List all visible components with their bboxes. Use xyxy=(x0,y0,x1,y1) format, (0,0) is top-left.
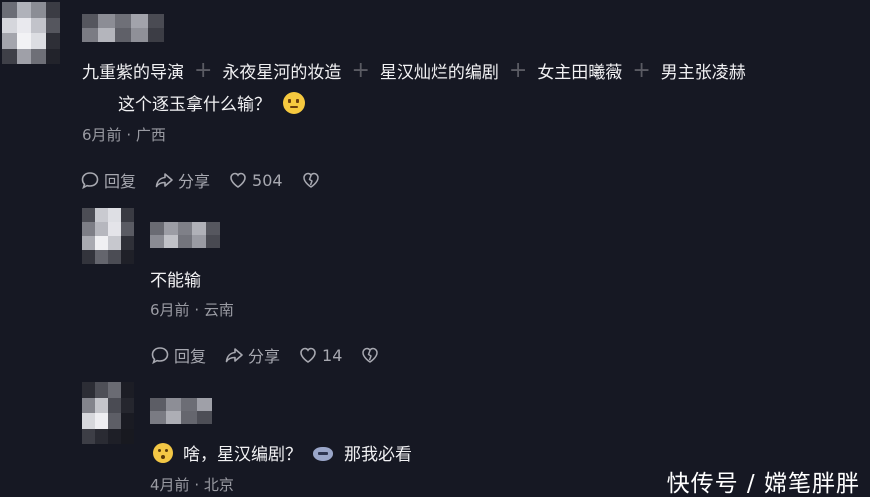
meta-separator: · xyxy=(194,301,200,319)
plus-separator-icon: + xyxy=(508,57,528,83)
share-button[interactable]: 分享 xyxy=(154,168,210,192)
meta-separator: · xyxy=(126,126,132,144)
surprised-face-icon xyxy=(153,442,173,463)
reply-meta: 6月前 · 云南 xyxy=(150,299,234,320)
reply-text-part1: 啥，星汉编剧？ xyxy=(183,445,302,465)
reply-time: 6月前 xyxy=(150,301,190,319)
reply-button[interactable]: 回复 xyxy=(80,168,136,192)
like-button[interactable]: 14 xyxy=(298,345,342,365)
comment-time: 6月前 xyxy=(82,126,122,144)
comment-text-line2: 这个逐玉拿什么输？ xyxy=(118,90,305,115)
plus-separator-icon: + xyxy=(351,57,370,83)
share-label: 分享 xyxy=(178,172,211,191)
comment-segment: 星汉灿烂的编剧 xyxy=(379,63,499,83)
broken-heart-icon xyxy=(302,172,319,188)
reply-actions: 回复 分享 14 xyxy=(150,343,398,367)
comment-text-line1: 九重紫的导演 + 永夜星河的妆造 + 星汉灿烂的编剧 + 女主田曦薇 + 男主张… xyxy=(82,58,746,83)
dislike-button[interactable] xyxy=(301,170,321,190)
watermark: 快传号 / 嫦笔胖胖 xyxy=(666,471,860,497)
dislike-button[interactable] xyxy=(360,345,380,365)
reply-label: 回复 xyxy=(104,172,137,191)
reply-icon xyxy=(81,172,99,190)
comment-actions: 回复 分享 504 xyxy=(80,168,339,192)
avatar[interactable] xyxy=(2,2,60,64)
comment-segment: 男主张凌赫 xyxy=(660,63,746,83)
comment-segment: 女主田曦薇 xyxy=(537,63,623,83)
comment-location: 广西 xyxy=(135,126,166,144)
reply-button[interactable]: 回复 xyxy=(150,343,206,367)
plus-separator-icon: + xyxy=(632,57,651,83)
comment-segment: 九重紫的导演 xyxy=(82,63,184,83)
cat-face-icon xyxy=(312,443,334,463)
username[interactable] xyxy=(150,222,220,248)
heart-icon xyxy=(230,172,246,188)
avatar[interactable] xyxy=(82,208,134,264)
thinking-face-icon xyxy=(283,91,305,114)
reply-label: 回复 xyxy=(174,347,207,366)
reply-icon xyxy=(151,347,169,365)
reply-meta: 4月前 · 北京 xyxy=(150,474,234,495)
share-icon xyxy=(225,348,243,363)
share-button[interactable]: 分享 xyxy=(224,343,280,367)
meta-separator: · xyxy=(194,476,200,494)
reply-text-part2: 那我必看 xyxy=(344,445,412,465)
like-count: 14 xyxy=(322,345,343,365)
username[interactable] xyxy=(150,398,212,424)
comment-segment: 永夜星河的妆造 xyxy=(222,63,342,83)
share-icon xyxy=(155,173,173,188)
plus-separator-icon: + xyxy=(194,57,213,83)
avatar[interactable] xyxy=(82,382,134,444)
reply-location: 云南 xyxy=(203,301,234,319)
reply-text: 不能输 xyxy=(150,271,201,291)
share-label: 分享 xyxy=(248,347,281,366)
username[interactable] xyxy=(82,14,164,42)
reply-location: 北京 xyxy=(203,476,234,494)
broken-heart-icon xyxy=(362,347,379,363)
like-count: 504 xyxy=(252,170,283,190)
reply-time: 4月前 xyxy=(150,476,190,494)
heart-icon xyxy=(300,347,316,363)
comment-meta: 6月前 · 广西 xyxy=(82,124,166,145)
like-button[interactable]: 504 xyxy=(228,170,283,190)
comment-question: 这个逐玉拿什么输？ xyxy=(118,95,271,115)
reply-text: 啥，星汉编剧？ 那我必看 xyxy=(153,440,412,465)
